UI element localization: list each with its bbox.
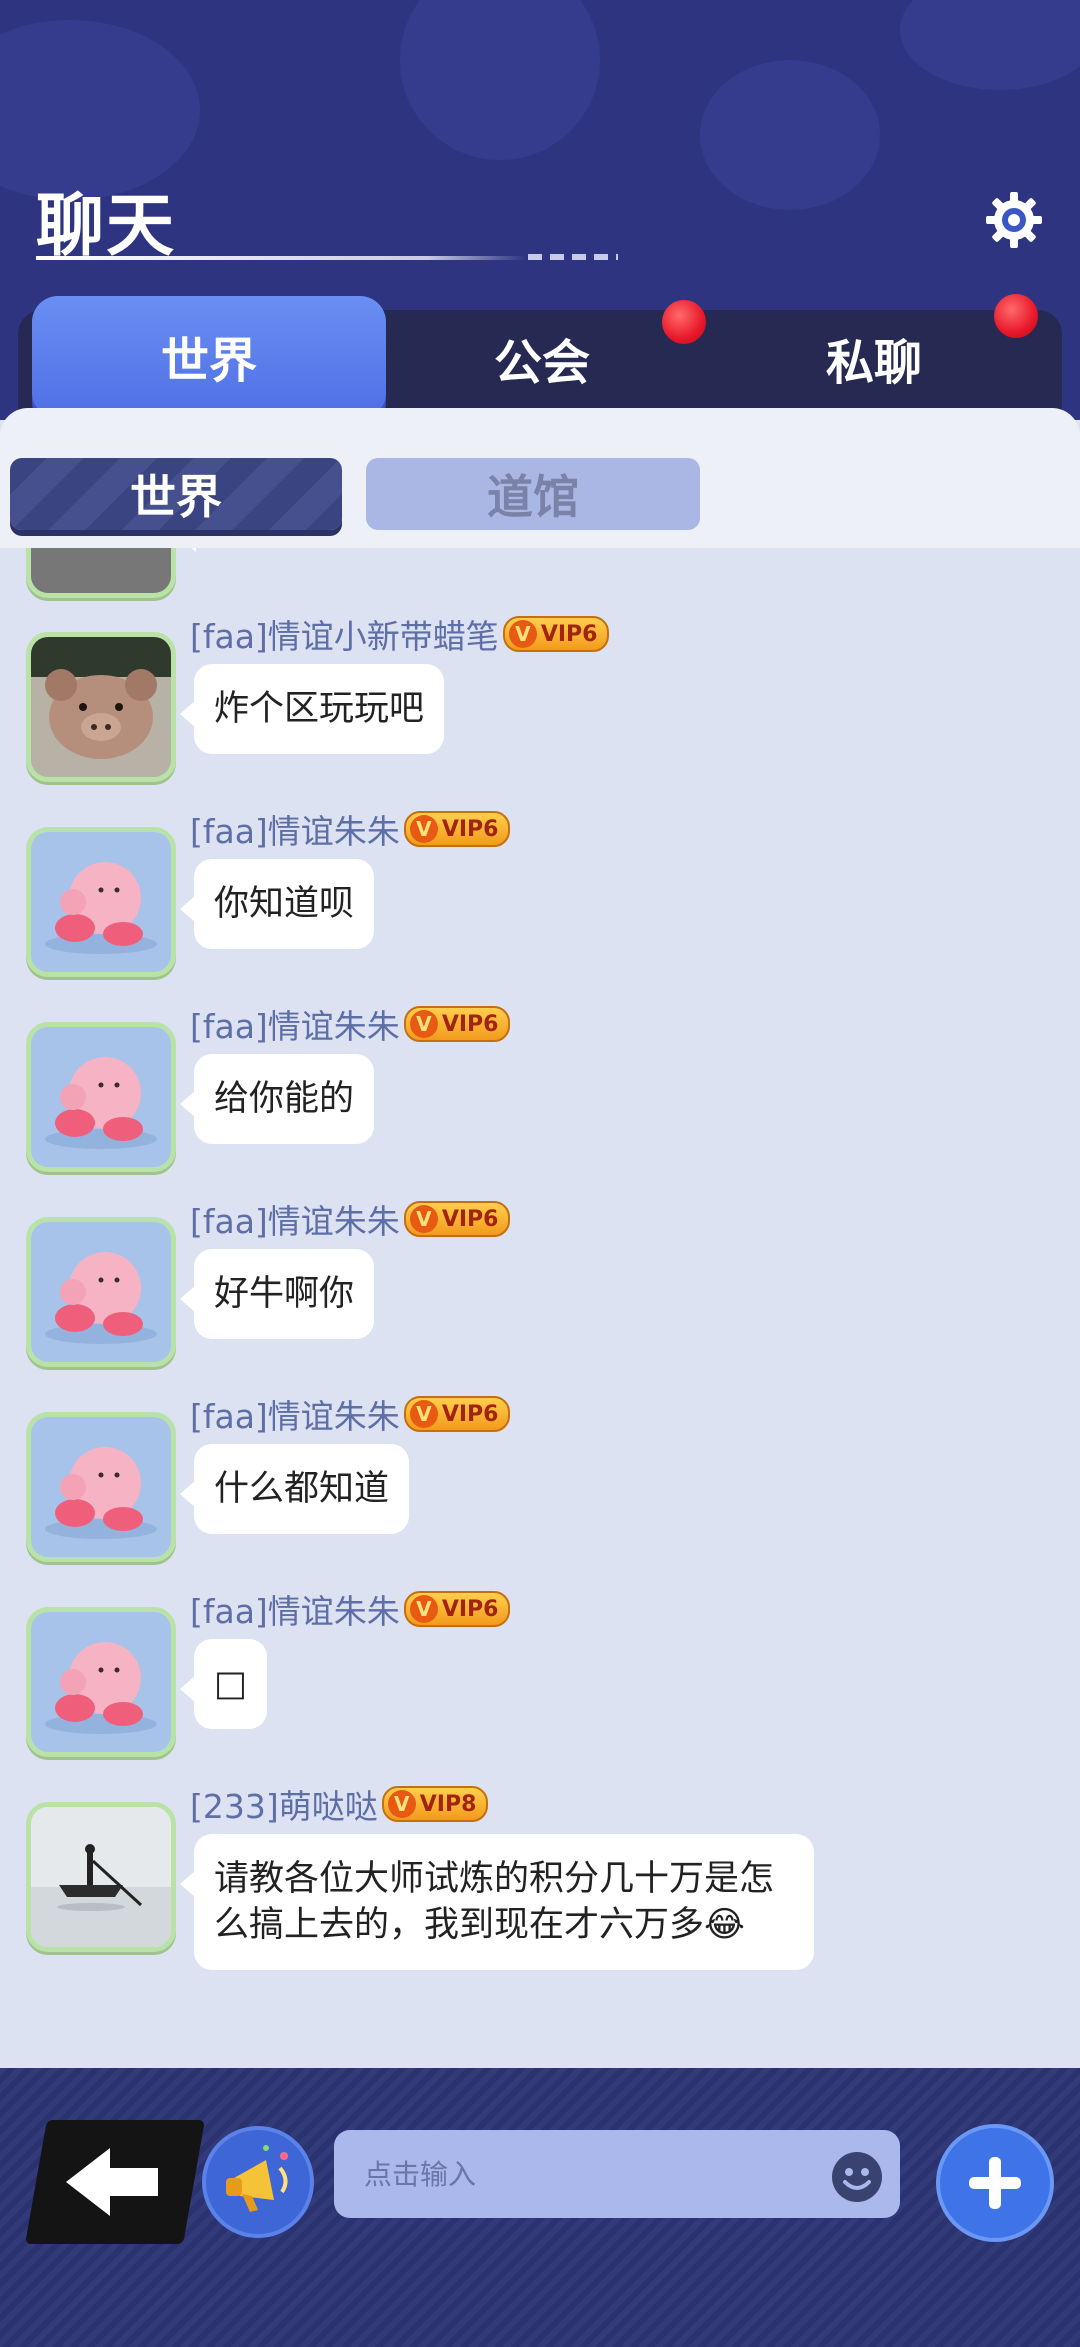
page-title: 聊天 (36, 187, 177, 266)
broadcast-button[interactable] (202, 2126, 314, 2238)
sender-name: [233]萌哒哒 (190, 1787, 378, 1826)
sender-name: [faa]情谊朱朱 (190, 1592, 400, 1631)
message-bubble[interactable]: 你知道呗 (179, 859, 375, 949)
vip-level: VIP6 (441, 816, 499, 842)
gear-icon (986, 192, 1042, 248)
vip-badge: V VIP6 (502, 616, 610, 652)
vip-crown-icon: V (409, 1205, 438, 1233)
message-sender[interactable]: [faa]情谊朱朱 V VIP6 (190, 1002, 511, 1046)
avatar (26, 548, 176, 598)
message-bubble[interactable]: 好牛啊你 (179, 1249, 375, 1339)
back-button[interactable] (25, 2120, 205, 2244)
teddy-pig-avatar[interactable] (26, 632, 176, 782)
smiley-face-icon (832, 2152, 882, 2202)
chat-input[interactable] (334, 2130, 900, 2218)
sender-name: [faa]情谊朱朱 (190, 812, 400, 851)
teddy-pig-icon (31, 637, 171, 777)
plus-icon (969, 2157, 1021, 2209)
tab-world-label: 世界 (160, 333, 257, 389)
kirby-avatar[interactable] (26, 1022, 176, 1172)
vip-crown-icon: V (409, 1400, 438, 1428)
vip-level: VIP8 (419, 1791, 477, 1817)
vip-level: VIP6 (441, 1206, 499, 1232)
header-decoration (400, 0, 600, 160)
subtab-world-label: 世界 (130, 470, 222, 524)
subtab-gym[interactable]: 道馆 (366, 458, 700, 530)
settings-button[interactable] (984, 190, 1044, 250)
vip-badge: V VIP6 (403, 1201, 511, 1237)
vip-badge: V VIP6 (403, 1006, 511, 1042)
kirby-icon (31, 832, 171, 972)
title-underline (36, 256, 526, 260)
header-decoration (900, 0, 1080, 90)
vip-crown-icon: V (409, 1595, 438, 1623)
tab-world[interactable]: 世界 (32, 296, 386, 416)
sender-name: [faa]情谊朱朱 (190, 1202, 400, 1241)
vip-badge: V VIP8 (381, 1786, 489, 1822)
vip-crown-icon: V (387, 1790, 416, 1818)
kirby-avatar[interactable] (26, 1607, 176, 1757)
boat-icon (31, 1807, 171, 1947)
tab-private-chat-label: 私聊 (825, 335, 922, 391)
vip-level: VIP6 (441, 1596, 499, 1622)
tab-guild[interactable]: 公会 (372, 296, 712, 420)
subtab-gym-label: 道馆 (487, 470, 579, 524)
message-bubble[interactable]: 给你能的 (179, 1054, 375, 1144)
kirby-icon (31, 1222, 171, 1362)
sender-name: [faa]情谊小新带蜡笔 (190, 617, 499, 656)
kirby-avatar[interactable] (26, 1217, 176, 1367)
message-bubble[interactable]: 什么都知道 (179, 1444, 410, 1534)
message-bubble[interactable]: 炸个区玩玩吧 (179, 664, 445, 754)
guild-unread-dot (662, 300, 706, 344)
vip-crown-icon: V (409, 1010, 438, 1038)
message-sender[interactable]: [faa]情谊朱朱 V VIP6 (190, 1197, 511, 1241)
emoji-button[interactable] (830, 2150, 884, 2204)
sender-name: [faa]情谊朱朱 (190, 1007, 400, 1046)
kirby-icon (31, 1612, 171, 1752)
back-arrow-icon (66, 2148, 158, 2216)
boat-avatar[interactable] (26, 1802, 176, 1952)
kirby-icon (31, 1027, 171, 1167)
message-sender[interactable]: [faa]情谊小新带蜡笔 V VIP6 (190, 612, 610, 656)
message-sender[interactable]: [233]萌哒哒 V VIP8 (190, 1782, 489, 1826)
megaphone-icon (226, 2145, 288, 2212)
vip-badge: V VIP6 (403, 1591, 511, 1627)
tab-private-chat[interactable]: 私聊 (704, 296, 1044, 420)
tab-guild-label: 公会 (493, 335, 590, 391)
kirby-avatar[interactable] (26, 1412, 176, 1562)
message-bubble[interactable]: 请教各位大师试炼的积分几十万是怎么搞上去的，我到现在才六万多😂 (180, 1834, 814, 1970)
title-dashes (528, 254, 618, 260)
message-sender[interactable]: [faa]情谊朱朱 V VIP6 (190, 807, 511, 851)
vip-level: VIP6 (441, 1401, 499, 1427)
kirby-icon (31, 1417, 171, 1557)
vip-crown-icon: V (508, 620, 537, 648)
vip-badge: V VIP6 (403, 1396, 511, 1432)
kirby-avatar[interactable] (26, 827, 176, 977)
header-decoration (700, 60, 880, 210)
private-chat-unread-dot (994, 294, 1038, 338)
message-sender[interactable]: [faa]情谊朱朱 V VIP6 (190, 1587, 511, 1631)
chat-message-list[interactable]: [faa]情谊小新带蜡笔 V VIP6 炸个区玩玩吧 [faa]情谊朱朱 V VIP… (0, 548, 1080, 2068)
vip-crown-icon: V (409, 815, 438, 843)
add-button[interactable] (936, 2124, 1054, 2242)
vip-badge: V VIP6 (403, 811, 511, 847)
message-bubble[interactable]: □ (179, 1639, 268, 1729)
subtab-world[interactable]: 世界 (10, 458, 342, 530)
sender-name: [faa]情谊朱朱 (190, 1397, 400, 1436)
message-sender[interactable]: [faa]情谊朱朱 V VIP6 (190, 1392, 511, 1436)
vip-level: VIP6 (441, 1011, 499, 1037)
vip-level: VIP6 (540, 621, 598, 647)
